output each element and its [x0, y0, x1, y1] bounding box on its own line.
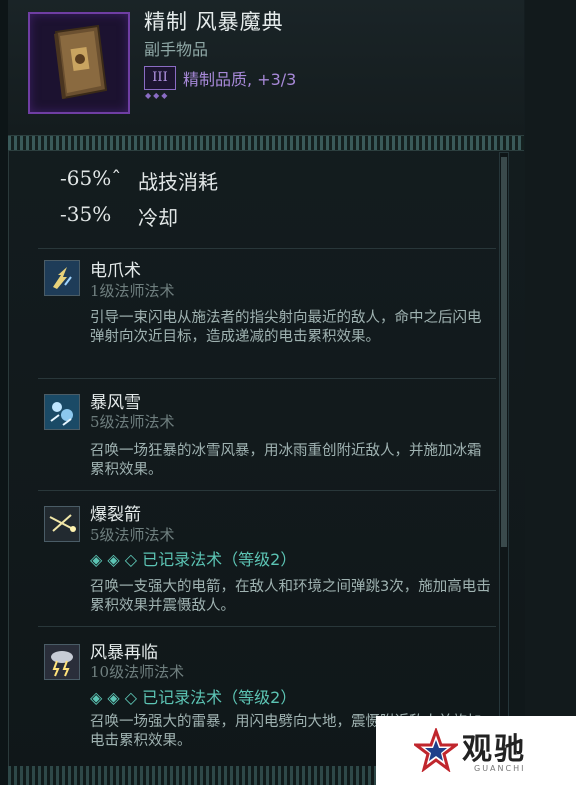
- burst-arrow-icon: [44, 506, 80, 542]
- item-type: 副手物品: [144, 40, 209, 59]
- spell-level: 1级法师法术: [90, 282, 175, 300]
- separator: [38, 490, 496, 491]
- recorded-spell-status: ◈ ◈ ◇ 已记录法术（等级2）: [90, 688, 297, 707]
- separator: [38, 626, 496, 627]
- spell-level: 5级法师法术: [90, 413, 175, 431]
- watermark-text: 观驰: [462, 732, 526, 767]
- spell-name: 风暴再临: [90, 643, 158, 663]
- storm-cloud-icon: [44, 644, 80, 680]
- stat-skill-cost: -65%ˆ 战技消耗: [60, 166, 218, 194]
- header-divider: [8, 135, 524, 151]
- stat-value: -35%: [60, 202, 112, 226]
- quality-text: 精制品质, +3/3: [183, 70, 297, 89]
- spell-description: 引导一束闪电从施法者的指尖射向最近的敌人，命中之后闪电弹射向次近目标，造成递减的…: [90, 310, 482, 345]
- watermark-subtext: GUANCHI: [474, 764, 526, 773]
- stat-label: 战技消耗: [138, 170, 218, 194]
- spell-name: 暴风雪: [90, 393, 141, 413]
- recorded-spell-status: ◈ ◈ ◇ 已记录法术（等级2）: [90, 550, 297, 569]
- blizzard-icon: [44, 394, 80, 430]
- item-icon-frame: [28, 12, 130, 114]
- spell-name: 爆裂箭: [90, 505, 141, 525]
- spell-description: 召唤一支强大的电箭，在敌人和环境之间弹跳3次，施加高电击累积效果并震慑敌人。: [90, 579, 491, 614]
- stat-label: 冷却: [138, 206, 178, 230]
- stat-cooldown: -35% 冷却: [60, 202, 178, 230]
- spell-name: 电爪术: [90, 261, 141, 281]
- scrollbar[interactable]: [499, 152, 509, 767]
- stat-value: -65%ˆ: [60, 166, 122, 190]
- grimoire-icon: [54, 24, 108, 100]
- star-logo-icon: [414, 728, 458, 772]
- quality-dots: ◆◆◆: [145, 91, 170, 100]
- spell-level: 5级法师法术: [90, 526, 175, 544]
- separator: [38, 248, 496, 249]
- item-title: 精制 风暴魔典: [144, 10, 284, 34]
- left-edge: [0, 0, 8, 785]
- right-edge: [525, 0, 576, 785]
- scroll-thumb[interactable]: [501, 157, 507, 547]
- watermark: 观驰 GUANCHI: [376, 716, 576, 785]
- lightning-claw-icon: [44, 260, 80, 296]
- spell-description: 召唤一场狂暴的冰雪风暴，用冰雨重创附近敌人，并施加冰霜累积效果。: [90, 443, 482, 478]
- separator: [38, 378, 496, 379]
- quality-badge: III: [144, 66, 176, 90]
- spell-level: 10级法师法术: [90, 663, 185, 681]
